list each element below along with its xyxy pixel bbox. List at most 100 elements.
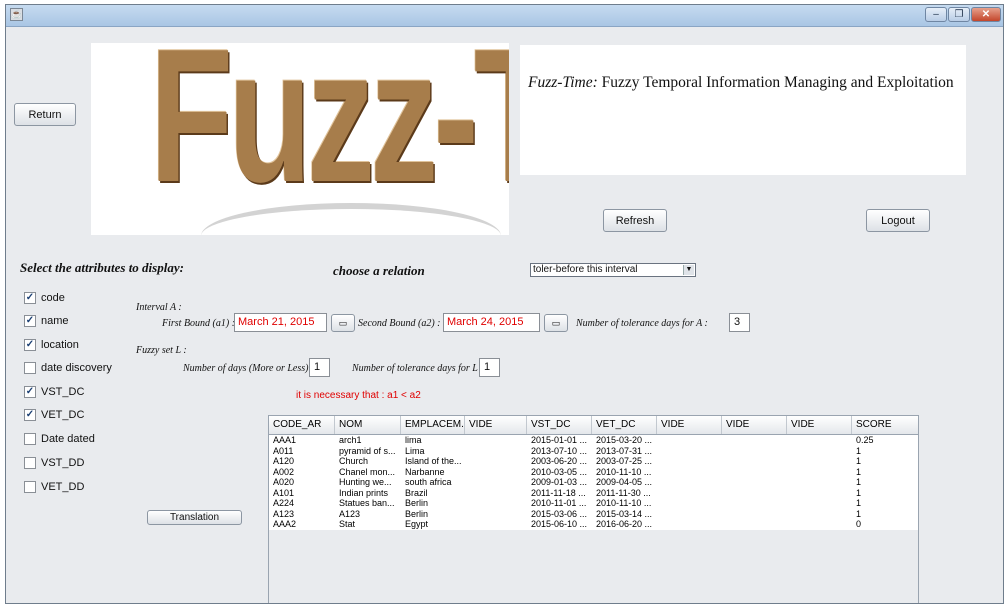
table-row[interactable]: AAA1 arch1 lima 2015-01-01 ... 2015-03-20 ..… xyxy=(269,435,918,446)
column-header[interactable]: EMPLACEM... xyxy=(401,416,465,434)
table-cell xyxy=(722,519,787,530)
table-cell: 1 xyxy=(856,466,862,477)
checkbox-box[interactable]: ✓ xyxy=(24,409,36,421)
table-row[interactable]: A020 Hunting we... south africa 2009-01-03 … xyxy=(269,477,918,488)
column-header[interactable]: SCORE xyxy=(852,416,918,434)
table-header: CODE_AR NOM EMPLACEM... VIDE VST_DC VET_… xyxy=(269,416,918,435)
table-cell: A101 xyxy=(273,487,295,498)
translation-button[interactable]: Translation xyxy=(147,510,242,525)
interval-a-label: Interval A : xyxy=(136,302,182,313)
attribute-vst-dd-checkbox[interactable]: VST_DD xyxy=(24,457,84,469)
checkbox-box[interactable]: ✓ xyxy=(24,386,36,398)
table-cell: A120 xyxy=(273,456,295,466)
table-cell: Egypt xyxy=(405,519,429,529)
checkbox-box[interactable] xyxy=(24,481,36,493)
column-header[interactable]: VIDE xyxy=(722,416,787,434)
attribute-vet-dd-checkbox[interactable]: VET_DD xyxy=(24,481,84,493)
table-cell: 2009-01-03 ... xyxy=(531,477,588,487)
maximize-button[interactable]: ❐ xyxy=(948,7,970,22)
relation-select[interactable]: toler-before this interval ▼ xyxy=(530,263,696,277)
table-cell: 2010-03-05 ... xyxy=(531,466,588,477)
validation-warning: it is necessary that : a1 < a2 xyxy=(296,390,421,401)
tolerance-a-field[interactable]: 3 xyxy=(729,313,750,332)
calendar-icon: ▭ xyxy=(338,317,348,328)
first-bound-calendar-button[interactable]: ▭ xyxy=(331,314,355,332)
table-row[interactable]: A011 pyramid of s... Lima 2013-07-10 ... 201… xyxy=(269,446,918,457)
table-cell: 2013-07-10 ... xyxy=(531,445,588,456)
attribute-location-checkbox[interactable]: ✓ location xyxy=(24,339,79,351)
column-header[interactable]: VIDE xyxy=(787,416,852,434)
table-cell xyxy=(465,435,527,446)
table-cell: Church xyxy=(339,456,369,466)
column-header[interactable]: VST_DC xyxy=(527,416,592,434)
attribute-code-checkbox[interactable]: ✓ code xyxy=(24,292,65,304)
table-cell xyxy=(787,435,852,446)
info-panel: Fuzz-Time: Fuzzy Temporal Information Ma… xyxy=(520,45,966,175)
column-header[interactable]: NOM xyxy=(335,416,401,434)
logout-button[interactable]: Logout xyxy=(866,209,930,232)
attribute-vet-dc-checkbox[interactable]: ✓ VET_DC xyxy=(24,409,84,421)
checkbox-box[interactable] xyxy=(24,362,36,374)
checkbox-box[interactable] xyxy=(24,457,36,469)
table-cell: A020 xyxy=(273,477,295,487)
table-cell xyxy=(657,435,722,446)
chevron-down-icon[interactable]: ▼ xyxy=(683,265,694,275)
table-cell xyxy=(722,456,787,467)
table-row[interactable]: A101 Indian prints Brazil 2011-11-18 ... 201… xyxy=(269,488,918,499)
attribute-label: name xyxy=(41,315,69,327)
checkbox-box[interactable]: ✓ xyxy=(24,315,36,327)
attribute-vst-dc-checkbox[interactable]: ✓ VST_DC xyxy=(24,386,84,398)
table-cell xyxy=(787,477,852,488)
table-cell: 0.25 xyxy=(856,435,874,445)
table-cell: AAA1 xyxy=(273,435,297,445)
table-cell: 2013-07-31 ... xyxy=(596,445,653,456)
table-cell: Statues ban... xyxy=(339,498,395,508)
table-cell xyxy=(787,498,852,509)
table-row[interactable]: A123 A123 Berlin 2015-03-06 ... 2015-03-14 .… xyxy=(269,509,918,520)
days-more-less-field[interactable]: 1 xyxy=(309,358,330,377)
second-bound-calendar-button[interactable]: ▭ xyxy=(544,314,568,332)
attribute-name-checkbox[interactable]: ✓ name xyxy=(24,315,69,327)
column-header[interactable]: CODE_AR xyxy=(269,416,335,434)
table-cell: 2003-07-25 ... xyxy=(596,456,653,466)
table-row[interactable]: A224 Statues ban... Berlin 2010-11-01 ... 20… xyxy=(269,498,918,509)
column-header[interactable]: VIDE xyxy=(657,416,722,434)
table-row[interactable]: A120 Church Island of the... 2003-06-20 ...… xyxy=(269,456,918,467)
checkbox-box[interactable]: ✓ xyxy=(24,339,36,351)
table-cell: 2016-06-20 ... xyxy=(596,519,653,529)
checkbox-box[interactable]: ✓ xyxy=(24,292,36,304)
table-cell xyxy=(657,498,722,509)
attribute-date-dated-checkbox[interactable]: Date dated xyxy=(24,433,95,445)
column-header[interactable]: VET_DC xyxy=(592,416,657,434)
refresh-button[interactable]: Refresh xyxy=(603,209,667,232)
table-cell: 2010-11-10 ... xyxy=(596,466,652,477)
minimize-button[interactable]: – xyxy=(925,7,947,22)
table-cell: 1 xyxy=(856,498,862,508)
close-button[interactable]: ✕ xyxy=(971,7,1001,22)
table-cell xyxy=(465,467,527,478)
return-button[interactable]: Return xyxy=(14,103,76,126)
checkbox-box[interactable] xyxy=(24,433,36,445)
first-bound-label: First Bound (a1) : xyxy=(162,318,236,329)
table-cell: 2015-03-20 ... xyxy=(596,435,653,445)
table-row[interactable]: AAA2 Stat Egypt 2015-06-10 ... 2016-06-20 ..… xyxy=(269,519,918,530)
table-cell: Berlin xyxy=(405,498,429,508)
tolerance-l-label: Number of tolerance days for L : xyxy=(352,363,484,374)
table-cell: pyramid of s... xyxy=(339,445,396,456)
attribute-label: date discovery xyxy=(41,362,112,374)
table-cell xyxy=(465,488,527,499)
tolerance-l-field[interactable]: 1 xyxy=(479,358,500,377)
table-cell xyxy=(722,467,787,478)
attribute-date-discovery-checkbox[interactable]: date discovery xyxy=(24,362,112,374)
table-cell xyxy=(657,456,722,467)
second-bound-field[interactable]: March 24, 2015 xyxy=(443,313,540,332)
attribute-label: code xyxy=(41,292,65,304)
table-cell: Stat xyxy=(339,519,356,529)
table-cell: south africa xyxy=(405,477,452,487)
table-cell: 2011-11-18 ... xyxy=(531,487,586,498)
table-cell: 2015-03-06 ... xyxy=(531,508,588,519)
column-header[interactable]: VIDE xyxy=(465,416,527,434)
table-cell xyxy=(787,446,852,457)
first-bound-field[interactable]: March 21, 2015 xyxy=(234,313,327,332)
table-row[interactable]: A002 Chanel mon... Narbanne 2010-03-05 ... 2… xyxy=(269,467,918,478)
